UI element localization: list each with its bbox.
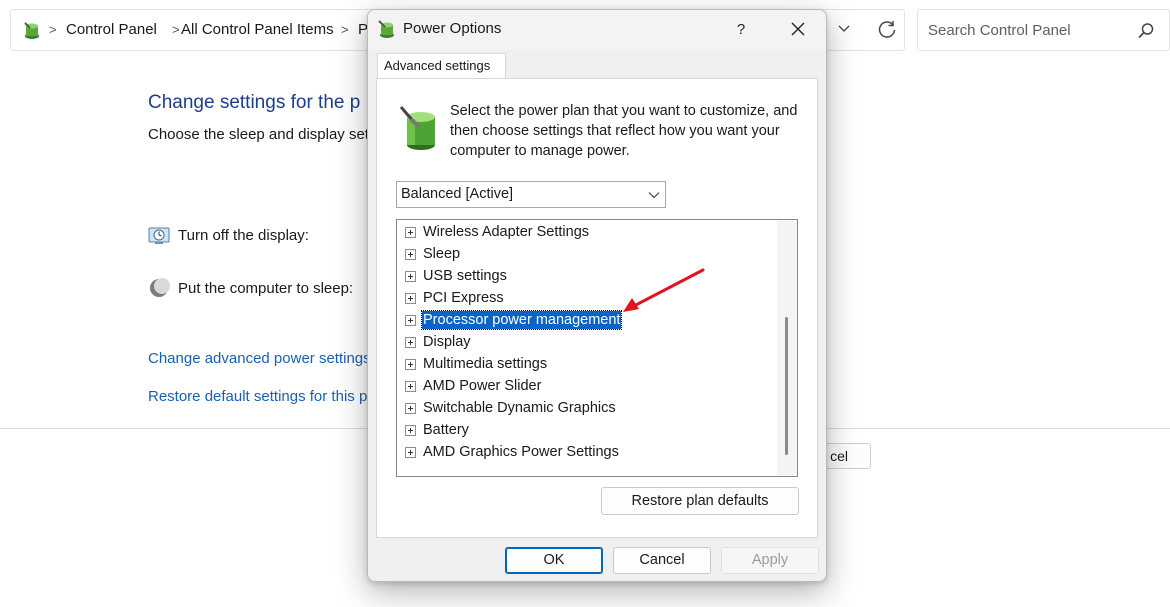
chevron-down-icon[interactable] xyxy=(833,19,855,41)
ok-button[interactable]: OK xyxy=(505,547,603,574)
tree-item-usb[interactable]: USB settings xyxy=(397,265,777,287)
tree-item-label: Switchable Dynamic Graphics xyxy=(423,400,616,416)
breadcrumb-separator: > xyxy=(341,22,349,37)
tab-advanced-settings[interactable]: Advanced settings xyxy=(377,53,506,79)
tree-item-label: USB settings xyxy=(423,268,507,284)
advanced-settings-panel: Select the power plan that you want to c… xyxy=(376,78,818,538)
tree-item-wireless-adapter[interactable]: Wireless Adapter Settings xyxy=(397,221,777,243)
tree-item-label: Processor power management xyxy=(420,310,623,330)
tree-item-display[interactable]: Display xyxy=(397,331,777,353)
restore-plan-defaults-button[interactable]: Restore plan defaults xyxy=(601,487,799,515)
expand-icon[interactable] xyxy=(405,249,416,260)
tree-item-label: Multimedia settings xyxy=(423,356,548,372)
expand-icon[interactable] xyxy=(405,337,416,348)
breadcrumb-separator: > xyxy=(172,22,180,37)
tree-item-amd-power-slider[interactable]: AMD Power Slider xyxy=(397,375,777,397)
expand-icon[interactable] xyxy=(405,425,416,436)
expand-icon[interactable] xyxy=(405,227,416,238)
tree-item-label: Display xyxy=(423,334,471,350)
scrollbar-thumb[interactable] xyxy=(785,317,788,455)
search-placeholder: Search Control Panel xyxy=(928,22,1071,39)
apply-button[interactable]: Apply xyxy=(721,547,819,574)
tree-item-amd-graphics-power[interactable]: AMD Graphics Power Settings xyxy=(397,441,777,463)
expand-icon[interactable] xyxy=(405,315,416,326)
refresh-icon[interactable] xyxy=(875,18,899,42)
expand-icon[interactable] xyxy=(405,359,416,370)
tree-item-label: AMD Power Slider xyxy=(423,378,542,394)
chevron-down-icon xyxy=(648,192,660,199)
page-title: Change settings for the p xyxy=(148,92,361,113)
page-subtitle: Choose the sleep and display sett xyxy=(148,126,374,143)
tree-item-switchable-graphics[interactable]: Switchable Dynamic Graphics xyxy=(397,397,777,419)
restore-defaults-link[interactable]: Restore default settings for this p xyxy=(148,388,367,405)
tree-item-label: AMD Graphics Power Settings xyxy=(423,444,619,460)
tree-item-battery[interactable]: Battery xyxy=(397,419,777,441)
tree-item-multimedia[interactable]: Multimedia settings xyxy=(397,353,777,375)
dialog-titlebar[interactable]: Power Options ? xyxy=(368,10,826,50)
control-panel-icon xyxy=(24,22,39,39)
breadcrumb-control-panel[interactable]: Control Panel xyxy=(66,21,157,38)
tree-item-label: Wireless Adapter Settings xyxy=(423,224,590,240)
power-options-icon xyxy=(378,20,394,38)
power-options-dialog: Power Options ? Advanced settings Select… xyxy=(367,9,827,582)
tree-item-label: PCI Express xyxy=(423,290,504,306)
power-plan-value: Balanced [Active] xyxy=(401,186,514,202)
change-advanced-settings-link[interactable]: Change advanced power settings xyxy=(148,350,371,367)
expand-icon[interactable] xyxy=(405,293,416,304)
display-timeout-label: Turn off the display: xyxy=(178,227,309,244)
battery-plug-icon xyxy=(399,106,435,150)
close-icon[interactable] xyxy=(781,14,815,44)
tree-item-sleep[interactable]: Sleep xyxy=(397,243,777,265)
tree-item-label: Battery xyxy=(423,422,469,438)
cancel-button[interactable]: Cancel xyxy=(613,547,711,574)
breadcrumb-all-items[interactable]: All Control Panel Items xyxy=(181,21,334,38)
tree-scrollbar[interactable] xyxy=(777,221,797,475)
tree-item-label: Sleep xyxy=(423,246,461,262)
moon-icon xyxy=(150,278,170,297)
tree-item-pci-express[interactable]: PCI Express xyxy=(397,287,777,309)
expand-icon[interactable] xyxy=(405,381,416,392)
expand-icon[interactable] xyxy=(405,271,416,282)
expand-icon[interactable] xyxy=(405,447,416,458)
help-button[interactable]: ? xyxy=(726,16,756,44)
expand-icon[interactable] xyxy=(405,403,416,414)
dialog-title: Power Options xyxy=(403,20,502,37)
panel-description: Select the power plan that you want to c… xyxy=(450,103,798,159)
tree-item-processor-power[interactable]: Processor power management xyxy=(397,309,777,331)
settings-tree[interactable]: Wireless Adapter Settings Sleep USB sett… xyxy=(396,219,798,477)
search-input[interactable]: Search Control Panel xyxy=(917,9,1170,51)
power-plan-select[interactable]: Balanced [Active] xyxy=(396,181,666,208)
display-clock-icon xyxy=(148,227,170,244)
sleep-timeout-label: Put the computer to sleep: xyxy=(178,280,354,297)
search-icon[interactable] xyxy=(1136,21,1156,41)
breadcrumb-separator: > xyxy=(49,22,57,37)
